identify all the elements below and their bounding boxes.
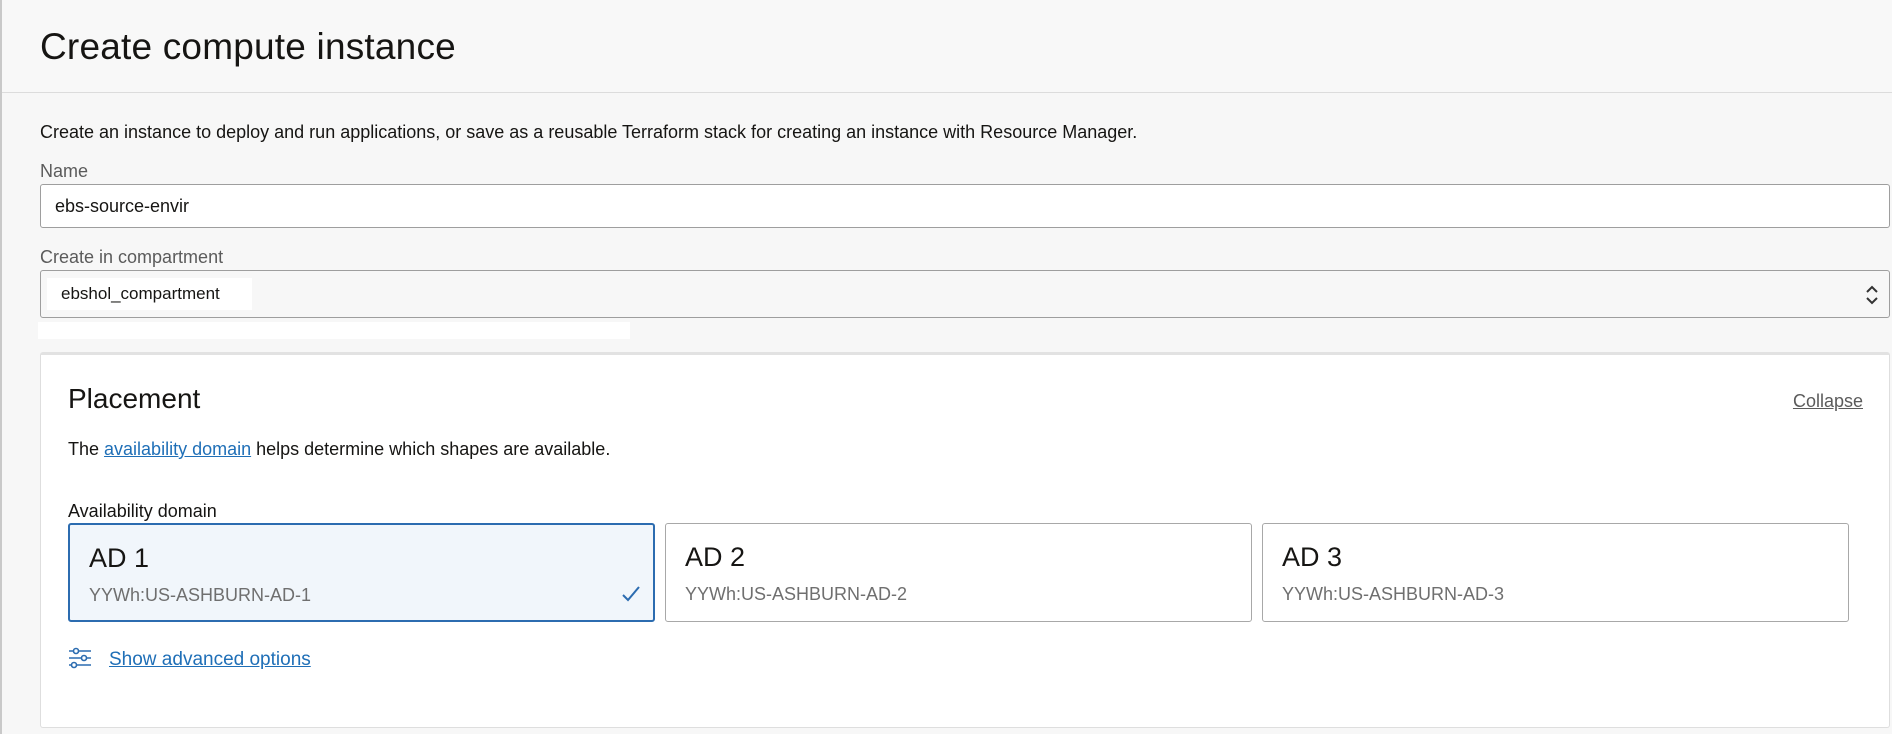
name-label: Name <box>40 161 89 181</box>
sliders-icon <box>69 647 91 669</box>
compartment-select-value: ebshol_compartment <box>47 278 252 310</box>
show-advanced-options-link[interactable]: Show advanced options <box>109 649 311 671</box>
name-input[interactable] <box>40 184 1890 228</box>
ad-id: YYWh:US-ASHBURN-AD-1 <box>89 585 312 605</box>
placement-title: Placement <box>68 383 201 414</box>
ad-card-2[interactable]: AD 2 YYWh:US-ASHBURN-AD-2 <box>665 523 1252 622</box>
ad-name: AD 3 <box>1282 542 1343 572</box>
page-header: Create compute instance <box>2 0 1892 93</box>
chevron-up-down-icon <box>1866 285 1878 305</box>
checkmark-icon <box>622 586 640 602</box>
availability-domain-link[interactable]: availability domain <box>104 439 251 459</box>
availability-domain-label: Availability domain <box>68 501 217 521</box>
page-title: Create compute instance <box>40 26 456 67</box>
ad-name: AD 1 <box>89 543 150 573</box>
ad-card-3[interactable]: AD 3 YYWh:US-ASHBURN-AD-3 <box>1262 523 1849 622</box>
placement-panel: Placement Collapse The availability doma… <box>40 352 1890 728</box>
desc-suffix: helps determine which shapes are availab… <box>251 439 611 459</box>
ad-card-1[interactable]: AD 1 YYWh:US-ASHBURN-AD-1 <box>68 523 655 622</box>
collapse-link[interactable]: Collapse <box>1793 391 1863 412</box>
compartment-label: Create in compartment <box>40 247 224 267</box>
placement-description: The availability domain helps determine … <box>68 439 610 460</box>
left-border <box>0 0 2 734</box>
intro-text: Create an instance to deploy and run app… <box>40 122 1138 142</box>
ad-name: AD 2 <box>685 542 746 572</box>
compartment-select[interactable]: ebshol_compartment <box>40 270 1890 318</box>
divider-strip <box>38 322 630 339</box>
desc-prefix: The <box>68 439 105 459</box>
ad-id: YYWh:US-ASHBURN-AD-2 <box>685 584 908 604</box>
ad-id: YYWh:US-ASHBURN-AD-3 <box>1282 584 1505 604</box>
